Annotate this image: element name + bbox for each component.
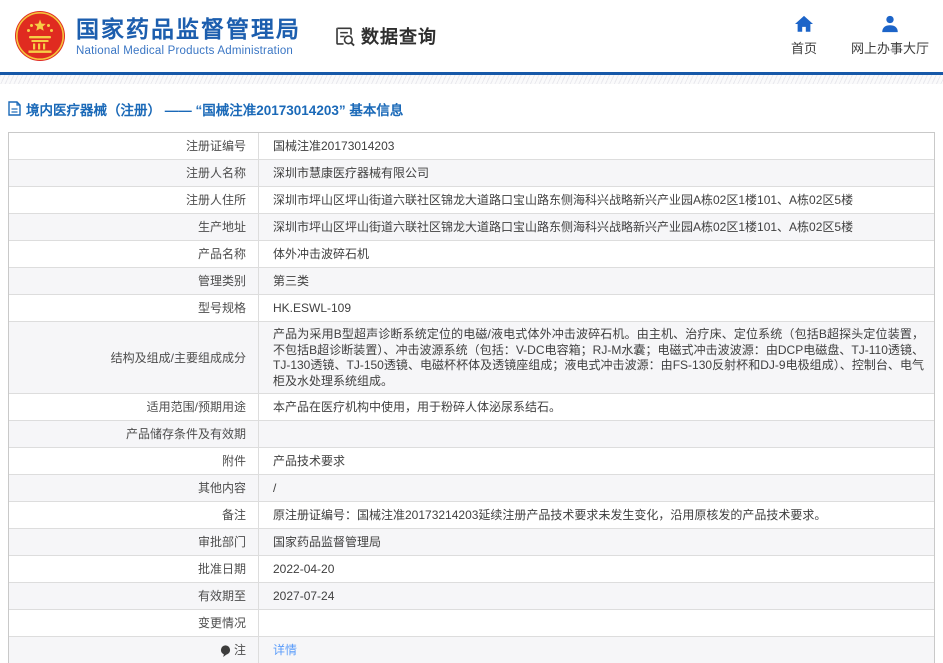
table-row: 注册证编号 国械注准20173014203	[9, 133, 934, 160]
table-row: 适用范围/预期用途 本产品在医疗机构中使用，用于粉碎人体泌尿系结石。	[9, 394, 934, 421]
table-row: 附件 产品技术要求	[9, 448, 934, 475]
row-label-text: 管理类别	[198, 274, 246, 289]
row-label: 注	[9, 637, 259, 663]
row-label: 备注	[9, 502, 259, 528]
row-label-text: 备注	[222, 508, 246, 523]
agency-name-en: National Medical Products Administration	[76, 45, 301, 57]
row-label: 批准日期	[9, 556, 259, 582]
row-label-text: 注册人名称	[186, 166, 246, 181]
table-row: 结构及组成/主要组成成分 产品为采用B型超声诊断系统定位的电磁/液电式体外冲击波…	[9, 322, 934, 394]
row-value: HK.ESWL-109	[259, 295, 934, 321]
table-row: 注 详情	[9, 637, 934, 663]
row-label-text: 变更情况	[198, 616, 246, 631]
nav-online-hall-label: 网上办事大厅	[851, 38, 929, 57]
row-label: 有效期至	[9, 583, 259, 609]
row-label-text: 批准日期	[198, 562, 246, 577]
row-label: 变更情况	[9, 610, 259, 636]
row-value: 本产品在医疗机构中使用，用于粉碎人体泌尿系结石。	[259, 394, 934, 420]
nav-home-label: 首页	[791, 38, 817, 57]
table-row: 其他内容 /	[9, 475, 934, 502]
row-label: 结构及组成/主要组成成分	[9, 322, 259, 393]
agency-logo[interactable]: 国家药品监督管理局 National Medical Products Admi…	[14, 10, 301, 62]
table-row: 变更情况	[9, 610, 934, 637]
table-row: 审批部门 国家药品监督管理局	[9, 529, 934, 556]
document-icon	[8, 101, 21, 116]
row-label-text: 型号规格	[198, 301, 246, 316]
breadcrumb: 境内医疗器械（注册） —— “国械注准20173014203” 基本信息	[0, 84, 943, 118]
row-value: 国械注准20173014203	[259, 133, 934, 159]
national-emblem-icon	[14, 10, 66, 62]
registration-info-table: 注册证编号 国械注准20173014203 注册人名称 深圳市慧康医疗器械有限公…	[8, 132, 935, 663]
table-row: 型号规格 HK.ESWL-109	[9, 295, 934, 322]
row-label: 产品储存条件及有效期	[9, 421, 259, 447]
row-label-text: 审批部门	[198, 535, 246, 550]
row-value: 原注册证编号：国械注准20173214203延续注册产品技术要求未发生变化，沿用…	[259, 502, 934, 528]
table-row: 注册人住所 深圳市坪山区坪山街道六联社区锦龙大道路口宝山路东侧海科兴战略新兴产业…	[9, 187, 934, 214]
row-label: 附件	[9, 448, 259, 474]
table-row: 产品储存条件及有效期	[9, 421, 934, 448]
row-label-text: 注册人住所	[186, 193, 246, 208]
row-label-text: 附件	[222, 454, 246, 469]
row-value	[259, 610, 934, 636]
row-label-text: 适用范围/预期用途	[147, 400, 246, 415]
row-label: 注册人住所	[9, 187, 259, 213]
table-row: 备注 原注册证编号：国械注准20173214203延续注册产品技术要求未发生变化…	[9, 502, 934, 529]
data-query-icon	[333, 25, 356, 48]
row-value: 2027-07-24	[259, 583, 934, 609]
striped-band	[0, 75, 943, 84]
row-value: 详情	[259, 637, 934, 663]
row-label: 适用范围/预期用途	[9, 394, 259, 420]
row-label-text: 其他内容	[198, 481, 246, 496]
row-label: 注册人名称	[9, 160, 259, 186]
row-label-text: 注册证编号	[186, 139, 246, 154]
row-label: 注册证编号	[9, 133, 259, 159]
row-value: 产品为采用B型超声诊断系统定位的电磁/液电式体外冲击波碎石机。由主机、治疗床、定…	[259, 322, 934, 393]
data-query-tab[interactable]: 数据查询	[333, 23, 437, 49]
agency-name-cn: 国家药品监督管理局	[76, 15, 301, 43]
row-label: 生产地址	[9, 214, 259, 240]
page-title: 境内医疗器械（注册） —— “国械注准20173014203” 基本信息	[26, 99, 403, 119]
data-query-label: 数据查询	[361, 23, 437, 49]
row-value: /	[259, 475, 934, 501]
header-nav: 首页 网上办事大厅	[791, 15, 929, 57]
row-value: 深圳市坪山区坪山街道六联社区锦龙大道路口宝山路东侧海科兴战略新兴产业园A栋02区…	[259, 214, 934, 240]
row-value: 体外冲击波碎石机	[259, 241, 934, 267]
row-value: 深圳市坪山区坪山街道六联社区锦龙大道路口宝山路东侧海科兴战略新兴产业园A栋02区…	[259, 187, 934, 213]
row-value	[259, 421, 934, 447]
home-icon	[794, 15, 814, 33]
table-row: 有效期至 2027-07-24	[9, 583, 934, 610]
row-value: 深圳市慧康医疗器械有限公司	[259, 160, 934, 186]
row-label-text: 有效期至	[198, 589, 246, 604]
row-label: 管理类别	[9, 268, 259, 294]
row-value: 第三类	[259, 268, 934, 294]
row-label-text: 结构及组成/主要组成成分	[111, 351, 246, 366]
row-label: 审批部门	[9, 529, 259, 555]
user-icon	[880, 15, 900, 33]
row-label: 型号规格	[9, 295, 259, 321]
row-label-text: 注	[234, 643, 246, 658]
table-row: 管理类别 第三类	[9, 268, 934, 295]
agency-title-block: 国家药品监督管理局 National Medical Products Admi…	[76, 15, 301, 57]
table-row: 批准日期 2022-04-20	[9, 556, 934, 583]
row-label: 产品名称	[9, 241, 259, 267]
row-label-text: 产品储存条件及有效期	[126, 427, 246, 442]
row-label-text: 生产地址	[198, 220, 246, 235]
table-row: 注册人名称 深圳市慧康医疗器械有限公司	[9, 160, 934, 187]
table-row: 产品名称 体外冲击波碎石机	[9, 241, 934, 268]
row-value: 产品技术要求	[259, 448, 934, 474]
row-value: 国家药品监督管理局	[259, 529, 934, 555]
table-row: 生产地址 深圳市坪山区坪山街道六联社区锦龙大道路口宝山路东侧海科兴战略新兴产业园…	[9, 214, 934, 241]
detail-link[interactable]: 详情	[273, 643, 297, 658]
site-header: 国家药品监督管理局 National Medical Products Admi…	[0, 0, 943, 72]
row-value: 2022-04-20	[259, 556, 934, 582]
row-label: 其他内容	[9, 475, 259, 501]
note-icon	[220, 645, 231, 658]
nav-online-hall[interactable]: 网上办事大厅	[851, 15, 929, 57]
row-label-text: 产品名称	[198, 247, 246, 262]
nav-home[interactable]: 首页	[791, 15, 817, 57]
